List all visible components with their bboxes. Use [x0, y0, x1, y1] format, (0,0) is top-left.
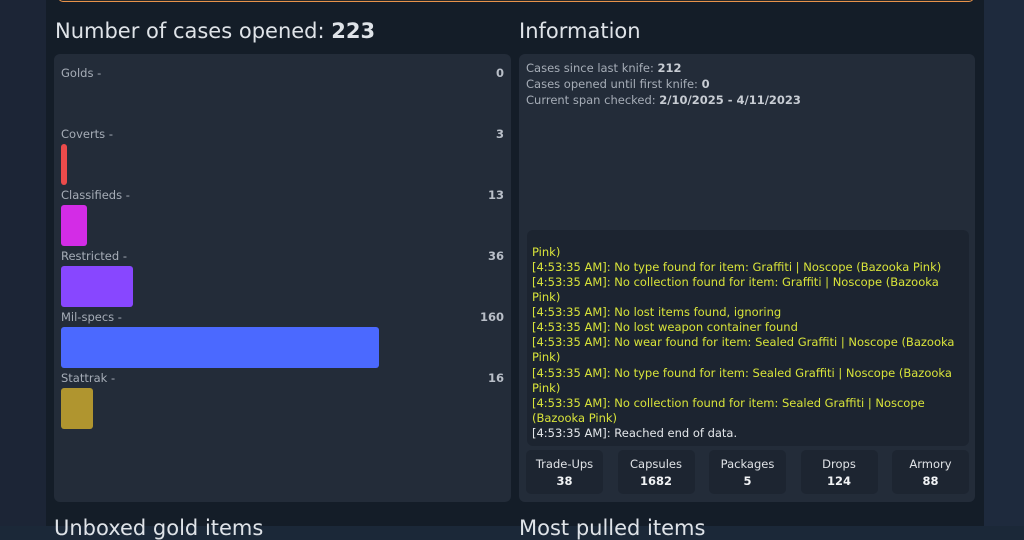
- cases-opened-title: Number of cases opened: 223: [55, 19, 375, 43]
- cases-opened-count: 223: [331, 19, 376, 43]
- cases-since-last-knife: Cases since last knife: 212: [526, 61, 682, 75]
- log-line: [4:53:35 AM]: Reached end of data.: [532, 425, 738, 440]
- stat-label: Drops: [822, 457, 856, 471]
- rarity-count: 0: [495, 66, 504, 80]
- log-line: [4:53:35 AM]: No lost items found, ignor…: [532, 305, 782, 320]
- page-gutter-left: [0, 0, 46, 526]
- rarity-label: Mil-specs -: [61, 310, 122, 324]
- rarity-row: Stattrak - 16: [61, 366, 504, 429]
- info-label: Current span checked:: [526, 93, 660, 107]
- rarity-count: 13: [487, 188, 504, 202]
- info-label: Cases opened until first knife:: [526, 77, 702, 91]
- page-gutter-right: [984, 0, 1024, 526]
- most-pulled-title: Most pulled items: [519, 516, 706, 540]
- log-line: [4:53:35 AM]: No type found for item: Gr…: [532, 259, 942, 274]
- stats-row: Trade-Ups 38 Capsules 1682 Packages 5 Drops 124…: [526, 450, 970, 494]
- log-line: [4:53:35 AM]: No wear found for item: Se…: [532, 335, 955, 365]
- stat-label: Trade-Ups: [535, 457, 594, 471]
- stat-label: Armory: [909, 457, 952, 471]
- info-value: 212: [657, 61, 682, 75]
- stat-label: Packages: [720, 457, 775, 471]
- rarity-count: 160: [479, 310, 504, 324]
- log-line: [4:53:35 AM]: No collection found for it…: [532, 395, 925, 425]
- rarity-row: Golds - 0: [61, 61, 504, 122]
- rarity-label: Classifieds -: [61, 188, 130, 202]
- stat-card-armory: Armory 88: [892, 450, 969, 494]
- log-console[interactable]: Pink) [4:53:35 AM]: No type found for ite…: [527, 230, 969, 446]
- stat-value: 38: [556, 474, 573, 488]
- rarity-row: Coverts - 3: [61, 122, 504, 185]
- rarity-label: Coverts -: [61, 127, 113, 141]
- current-span-checked: Current span checked: 2/10/2025 - 4/11/2…: [526, 93, 801, 107]
- stat-value: 88: [922, 474, 939, 488]
- info-label: Cases since last knife:: [526, 61, 658, 75]
- stat-value: 124: [826, 474, 851, 488]
- cases-opened-label: Number of cases opened:: [55, 19, 332, 43]
- stat-card-capsules: Capsules 1682: [617, 450, 695, 494]
- rarity-bar: [61, 327, 379, 368]
- rarity-panel: Golds - 0 Coverts - 3 Classifieds - 13 Restric…: [54, 54, 511, 502]
- log-line: [4:53:35 AM]: No collection found for it…: [532, 274, 939, 305]
- information-panel: Cases since last knife: 212 Cases opened…: [519, 54, 975, 502]
- rarity-count: 3: [495, 127, 504, 141]
- rarity-row: Mil-specs - 160: [61, 305, 504, 368]
- stat-value: 1682: [639, 474, 672, 488]
- cases-until-first-knife: Cases opened until first knife: 0: [526, 77, 710, 91]
- rarity-row: Classifieds - 13: [61, 183, 504, 246]
- log-line: [4:53:35 AM]: No lost weapon container f…: [532, 320, 798, 335]
- rarity-label: Restricted -: [61, 249, 127, 263]
- information-title: Information: [519, 19, 641, 43]
- rarity-bar: [61, 144, 67, 185]
- page-content: Number of cases opened: 223 Golds - 0 Cove…: [46, 0, 984, 540]
- stat-value: 5: [743, 474, 752, 488]
- log-line: [4:53:35 AM]: No type found for item: Se…: [532, 365, 952, 395]
- gold-items-title: Unboxed gold items: [54, 516, 264, 540]
- rarity-label: Stattrak -: [61, 371, 116, 385]
- stat-card-trade-ups: Trade-Ups 38: [526, 450, 603, 494]
- stat-card-packages: Packages 5: [709, 450, 786, 494]
- info-value: 0: [701, 77, 710, 91]
- rarity-count: 36: [487, 249, 504, 263]
- rarity-bar: [61, 205, 87, 246]
- log-line: Pink): [532, 244, 561, 259]
- stat-label: Capsules: [630, 457, 682, 471]
- rarity-row: Restricted - 36: [61, 244, 504, 307]
- rarity-label: Golds -: [61, 66, 102, 80]
- rarity-bar: [61, 266, 133, 307]
- stat-card-drops: Drops 124: [800, 450, 878, 494]
- info-value: 2/10/2025 - 4/11/2023: [659, 93, 801, 107]
- rarity-bar: [61, 388, 93, 429]
- top-banner: [58, 0, 974, 2]
- rarity-count: 16: [487, 371, 504, 385]
